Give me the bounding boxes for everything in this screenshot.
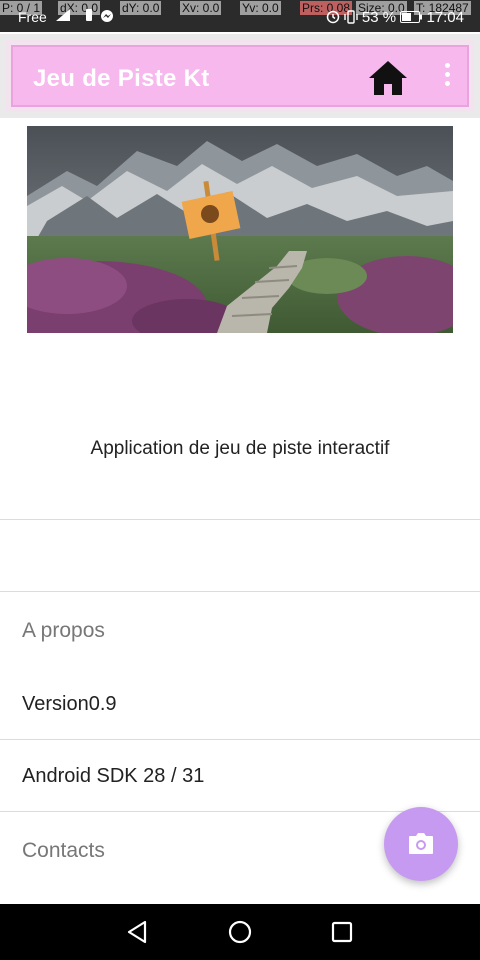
divider xyxy=(0,591,480,592)
clock: 17:04 xyxy=(426,9,464,26)
vibrate-icon xyxy=(344,9,362,26)
banner-image xyxy=(27,126,453,333)
divider xyxy=(0,739,480,740)
app-title: Jeu de Piste Kt xyxy=(33,65,210,92)
camera-icon xyxy=(409,833,433,854)
more-options-button[interactable] xyxy=(437,59,457,99)
recents-button[interactable] xyxy=(328,918,356,946)
status-right: 53 % 17:04 xyxy=(326,9,464,26)
alarm-icon xyxy=(326,9,344,26)
camera-fab[interactable] xyxy=(384,807,458,881)
divider xyxy=(0,519,480,520)
status-bar: P: 0 / 1 dX: 0.0 dY: 0.0 Xv: 0.0 Yv: 0.0… xyxy=(0,0,480,32)
home-button[interactable] xyxy=(365,55,411,101)
yv-readout: Yv: 0.0 xyxy=(240,1,281,15)
battery-percent: 53 % xyxy=(361,9,397,26)
notification-icon xyxy=(84,9,94,24)
carrier-label: Free xyxy=(18,9,47,25)
signal-icon xyxy=(56,9,70,24)
contacts-header: Contacts xyxy=(22,839,105,862)
back-triangle-icon xyxy=(127,920,147,944)
nav-bar xyxy=(0,904,480,960)
more-vert-icon xyxy=(437,63,457,86)
home-circle-icon xyxy=(228,920,252,944)
home-icon xyxy=(369,61,407,95)
home-nav-button[interactable] xyxy=(226,918,254,946)
back-button[interactable] xyxy=(124,918,152,946)
battery-icon xyxy=(400,9,426,26)
sdk-label: Android SDK 28 / 31 xyxy=(22,765,205,787)
version-label: Version0.9 xyxy=(22,693,117,715)
app-description: Application de jeu de piste interactif xyxy=(90,438,390,459)
app-bar: Jeu de Piste Kt xyxy=(6,40,474,112)
dy-readout: dY: 0.0 xyxy=(120,1,162,15)
messenger-icon xyxy=(100,9,114,26)
xv-readout: Xv: 0.0 xyxy=(180,1,222,15)
about-header: A propos xyxy=(22,619,105,642)
recents-square-icon xyxy=(331,921,353,943)
